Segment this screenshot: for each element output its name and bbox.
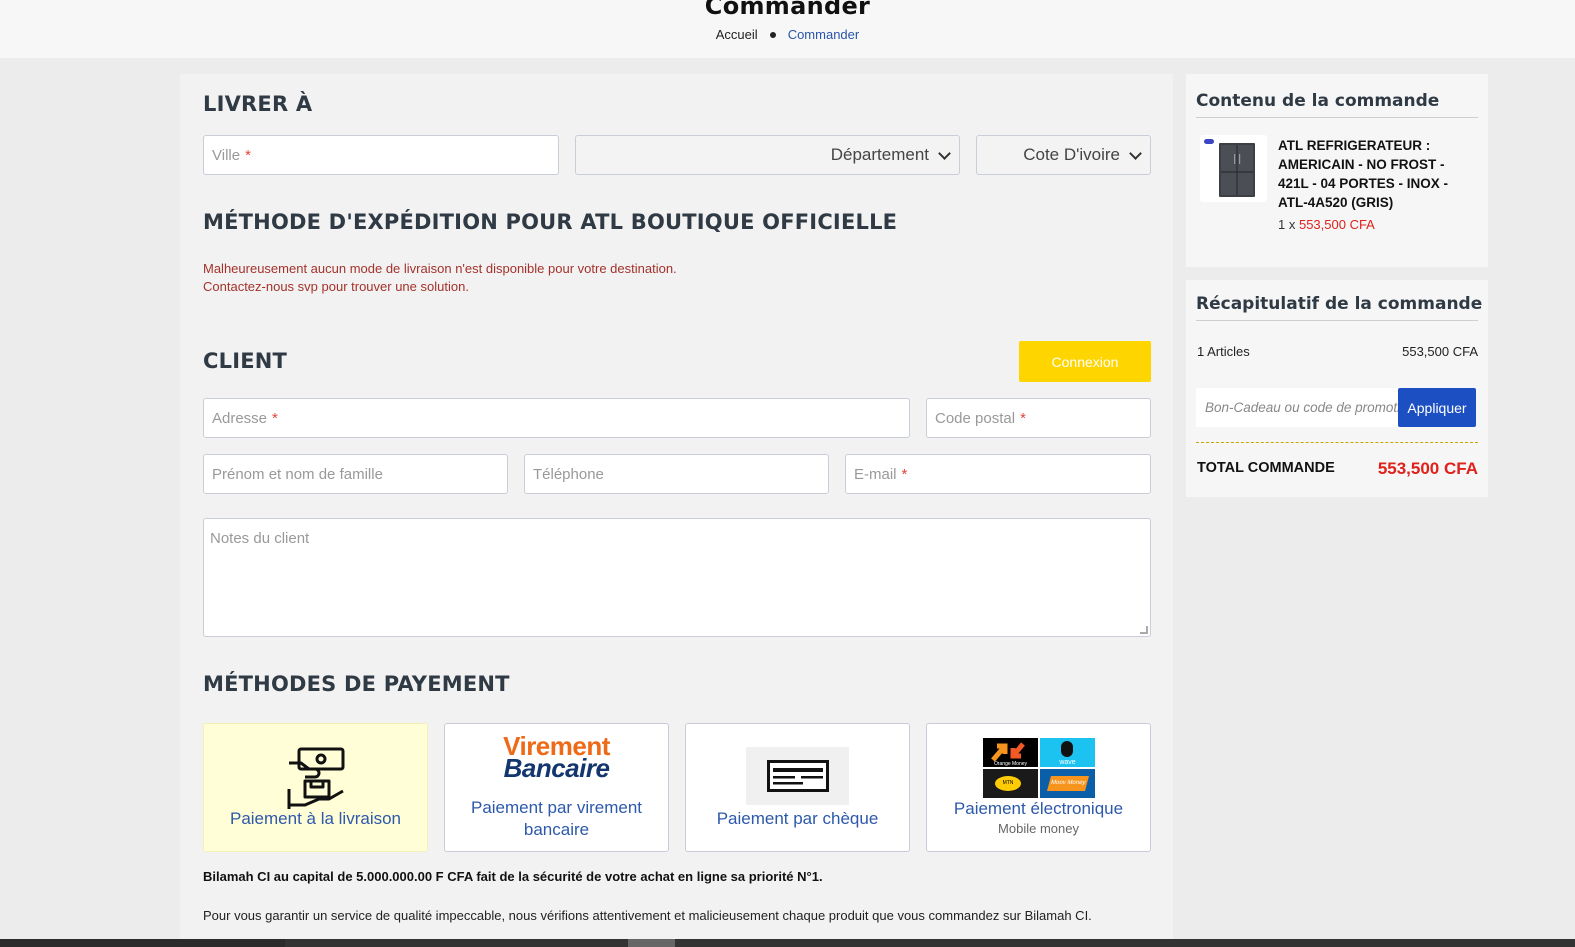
order-summary-heading: Récapitulatif de la commande [1196,294,1483,314]
brand-logo-icon [1204,139,1214,144]
payment-option-mobile-money[interactable]: Orange Money wave MTN Moov Money Paiemen… [926,723,1151,852]
address-placeholder: Adresse [212,409,268,427]
required-mark: * [272,409,278,427]
legal-notice: Pour vous garantir un service de qualité… [203,908,1092,923]
phone-field[interactable]: Téléphone [524,454,829,494]
order-summary-card: Récapitulatif de la commande 1 Articles … [1186,280,1488,497]
payment-option-cash-on-delivery[interactable]: Paiement à la livraison [203,723,428,852]
promo-code-input[interactable]: Bon-Cadeau ou code de promotion [1196,388,1398,427]
product-price: 553,500 CFA [1298,217,1375,232]
bottom-scrollbar[interactable] [0,939,1575,947]
postal-code-placeholder: Code postal [935,409,1016,427]
payment-option-label: Paiement à la livraison [229,809,402,828]
orange-money-logo: Orange Money [983,738,1038,767]
payment-option-bank-transfer[interactable]: Virement Bancaire Paiement par virement … [444,723,669,852]
cash-on-delivery-icon [287,747,345,809]
product-quantity: 1 x 553,500 CFA [1278,217,1375,232]
quantity-label: 1 x [1278,217,1296,232]
apply-promo-button[interactable]: Appliquer [1398,388,1476,427]
email-placeholder: E-mail [854,465,897,483]
department-select[interactable]: Département [575,135,960,175]
order-content-card: Contenu de la commande ATL REFRIGERATEUR… [1186,74,1488,267]
wave-logo: wave [1040,738,1095,767]
product-name-link[interactable]: ATL REFRIGERATEUR : AMERICAIN - NO FROST… [1278,136,1473,212]
email-field[interactable]: E-mail * [845,454,1151,494]
shipping-method-heading: MÉTHODE D'EXPÉDITION POUR ATL BOUTIQUE O… [203,210,898,234]
login-button[interactable]: Connexion [1019,341,1151,382]
department-value: Département [830,145,929,164]
cheque-icon [746,747,849,805]
customer-notes-placeholder: Notes du client [210,530,310,547]
breadcrumb-current[interactable]: Commander [788,27,860,42]
phone-placeholder: Téléphone [533,465,604,483]
shipping-warning: Malheureusement aucun mode de livraison … [203,260,677,296]
country-value: Cote D'ivoire [1023,145,1120,164]
city-placeholder: Ville [212,146,241,164]
breadcrumb-separator [769,31,776,38]
resize-handle-icon[interactable] [1140,626,1148,634]
items-subtotal: 553,500 CFA [1402,344,1478,359]
breadcrumb-home-link[interactable]: Accueil [716,27,758,42]
country-select[interactable]: Cote D'ivoire [976,135,1151,175]
required-mark: * [901,465,908,483]
chevron-down-icon [1129,147,1142,160]
payment-option-sub: Mobile money [998,821,1079,836]
mtn-momo-logo: MTN [983,769,1038,798]
address-field[interactable]: Adresse * [203,398,910,438]
product-thumbnail[interactable] [1200,135,1267,202]
order-total-label: TOTAL COMMANDE [1197,460,1335,476]
required-mark: * [1020,409,1026,427]
items-count: 1 Articles [1197,344,1250,359]
scroll-segment [0,939,285,947]
full-name-field[interactable]: Prénom et nom de famille [203,454,508,494]
breadcrumb: Accueil Commander [0,27,1575,42]
shipping-warning-line: Contactez-nous svp pour trouver une solu… [203,279,469,294]
order-total-value: 553,500 CFA [1377,459,1478,478]
required-mark: * [245,146,251,164]
divider [1196,117,1478,118]
page-header: Commander Accueil Commander [0,0,1575,58]
full-name-placeholder: Prénom et nom de famille [212,465,383,483]
legal-notice-bold: Bilamah CI au capital de 5.000.000.00 F … [203,869,823,884]
payment-heading: MÉTHODES DE PAYEMENT [203,672,510,696]
promo-code-placeholder: Bon-Cadeau ou code de promotion [1205,400,1398,415]
chevron-down-icon [938,147,951,160]
payment-option-label: Paiement par chèque [716,809,879,828]
page-title: Commander [704,0,871,20]
bank-transfer-logo: Virement Bancaire [445,733,668,783]
payment-option-label: Paiement par virement bancaire [470,798,643,839]
refrigerator-icon [1219,143,1255,197]
ship-to-heading: LIVRER À [203,92,313,116]
city-field[interactable]: Ville * [203,135,559,175]
scroll-thumb[interactable] [628,939,675,947]
payment-option-cheque[interactable]: Paiement par chèque [685,723,910,852]
client-heading: CLIENT [203,349,288,373]
moov-money-logo: Moov Money [1040,769,1095,798]
penguin-icon [1061,741,1073,757]
payment-option-label: Paiement électronique [953,799,1124,818]
order-content-heading: Contenu de la commande [1196,91,1440,111]
divider [1196,320,1478,321]
divider [1196,442,1478,443]
shipping-warning-line: Malheureusement aucun mode de livraison … [203,261,677,276]
postal-code-field[interactable]: Code postal * [926,398,1151,438]
bank-transfer-logo-line: Bancaire [503,753,610,783]
mobile-money-logo: Orange Money wave MTN Moov Money [983,738,1095,798]
customer-notes-textarea[interactable]: Notes du client [203,518,1151,637]
